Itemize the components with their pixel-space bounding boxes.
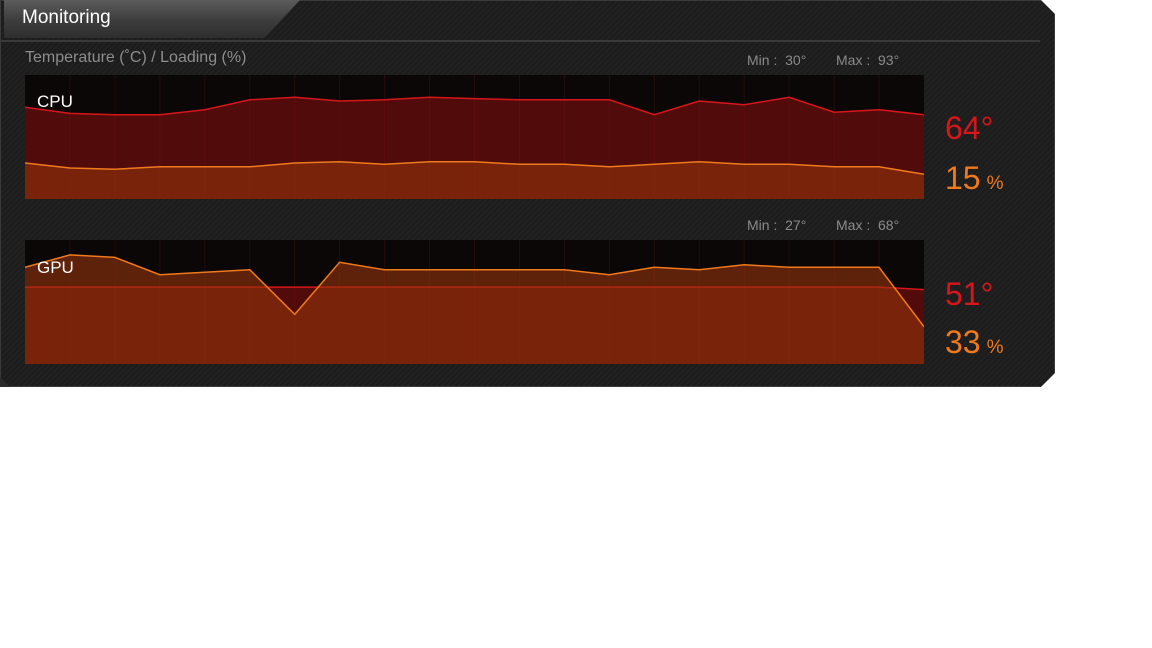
- cpu-loading-readout: 15%: [945, 160, 1004, 197]
- title-divider: [0, 40, 1040, 42]
- window-title: Monitoring: [22, 7, 111, 28]
- gpu-chart-plot: [25, 240, 924, 364]
- gpu-temperature-value: 51°: [945, 276, 994, 312]
- gpu-max-value: 68°: [878, 217, 900, 233]
- panel-corner: [0, 377, 10, 387]
- cpu-min-readout: Min : 30°: [747, 52, 806, 68]
- cpu-min-value: 30°: [785, 52, 807, 68]
- gpu-max-label: Max :: [836, 217, 871, 233]
- cpu-loading-value: 15: [945, 160, 981, 196]
- cpu-chart: CPU: [25, 75, 924, 199]
- gpu-chart: GPU: [25, 240, 924, 364]
- cpu-max-label: Max :: [836, 52, 871, 68]
- panel-corner: [1041, 373, 1055, 387]
- chart-subtitle: Temperature (˚C) / Loading (%): [25, 49, 247, 66]
- panel-corner: [1041, 0, 1055, 14]
- cpu-chart-plot: [25, 75, 924, 199]
- cpu-chart-label: CPU: [37, 92, 73, 111]
- monitoring-panel: Monitoring Temperature (˚C) / Loading (%…: [0, 0, 1055, 387]
- gpu-min-label: Min :: [747, 217, 778, 233]
- cpu-min-label: Min :: [747, 52, 778, 68]
- cpu-temperature-value: 64°: [945, 110, 994, 146]
- gpu-max-readout: Max : 68°: [836, 217, 899, 233]
- cpu-max-readout: Max : 93°: [836, 52, 899, 68]
- gpu-loading-unit: %: [986, 337, 1004, 358]
- cpu-loading-unit: %: [986, 173, 1004, 194]
- cpu-max-value: 93°: [878, 52, 900, 68]
- title-tab[interactable]: Monitoring: [4, 0, 300, 38]
- gpu-min-readout: Min : 27°: [747, 217, 806, 233]
- gpu-loading-value: 33: [945, 324, 981, 360]
- gpu-chart-label: GPU: [37, 258, 74, 277]
- gpu-min-value: 27°: [785, 217, 807, 233]
- gpu-loading-readout: 33%: [945, 324, 1004, 361]
